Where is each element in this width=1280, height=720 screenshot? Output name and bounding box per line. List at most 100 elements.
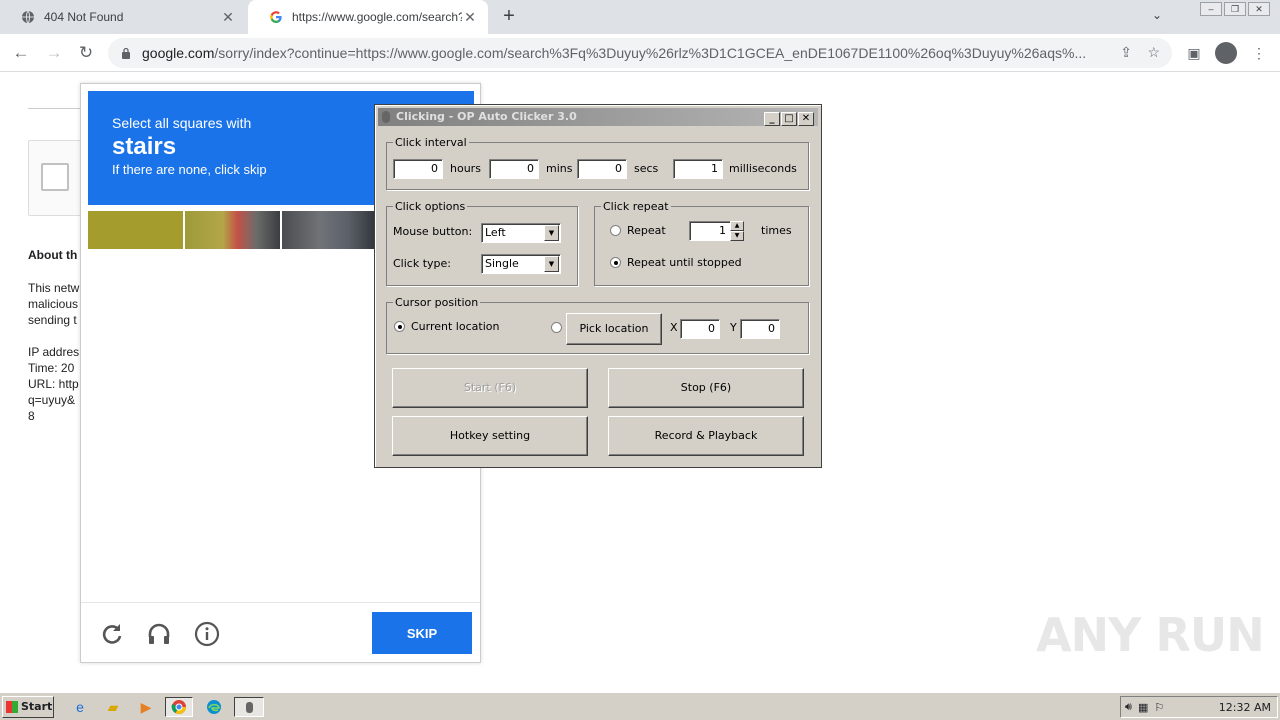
challenge-footer: SKIP	[81, 602, 480, 662]
minimize-icon[interactable]: –	[1200, 2, 1222, 16]
secs-input[interactable]: 0	[577, 159, 627, 179]
group-legend: Cursor position	[393, 296, 481, 309]
milliseconds-label: milliseconds	[729, 162, 797, 175]
info-paragraph: This netw malicious sending t IP addres …	[28, 281, 80, 423]
chevron-down-icon[interactable]: ▼	[544, 256, 559, 272]
chrome-taskbar-icon[interactable]	[165, 697, 193, 717]
chevron-down-icon[interactable]: ▼	[544, 225, 559, 241]
times-label: times	[761, 224, 792, 237]
mouse-button-select[interactable]: Left ▼	[481, 223, 561, 243]
window-titlebar[interactable]: Clicking - OP Auto Clicker 3.0 _ □ ✕	[378, 108, 818, 126]
skip-button[interactable]: SKIP	[372, 612, 472, 654]
menu-kebab-icon[interactable]: ⋮	[1248, 42, 1270, 64]
clock[interactable]: 12:32 AM	[1219, 701, 1271, 714]
avatar	[1215, 42, 1237, 64]
reload-icon[interactable]: ↻	[75, 42, 97, 64]
windows-logo-icon	[6, 701, 18, 713]
start-label: Start	[21, 700, 53, 713]
window-buttons: _ □ ✕	[763, 112, 814, 126]
start-button[interactable]: Start	[2, 696, 54, 718]
spin-up-icon[interactable]: ▲	[730, 221, 744, 231]
image-tile[interactable]	[185, 211, 280, 249]
reload-challenge-icon[interactable]	[97, 620, 125, 648]
internet-explorer-icon[interactable]: e	[70, 697, 90, 717]
bookmark-star-icon[interactable]: ☆	[1147, 44, 1160, 61]
divider	[28, 108, 82, 109]
google-icon	[268, 9, 284, 25]
auto-clicker-window: Clicking - OP Auto Clicker 3.0 _ □ ✕ Cli…	[374, 104, 822, 468]
profile-icon[interactable]	[1215, 42, 1237, 64]
edge-icon[interactable]	[204, 697, 224, 717]
y-label: Y	[730, 321, 737, 334]
about-heading: About th	[28, 248, 78, 262]
tab-title: https://www.google.com/search?q=	[292, 10, 462, 24]
x-coordinate-input[interactable]: 0	[680, 319, 720, 339]
spin-down-icon[interactable]: ▼	[730, 231, 744, 241]
repeat-count-input[interactable]: 1	[689, 221, 731, 241]
group-legend: Click repeat	[601, 200, 671, 213]
action-center-flag-icon[interactable]: ⚐	[1154, 701, 1164, 714]
repeat-radio[interactable]	[610, 225, 621, 236]
share-icon[interactable]: ⇪	[1120, 44, 1132, 61]
secs-label: secs	[634, 162, 659, 175]
close-tab-icon[interactable]: ✕	[220, 9, 236, 26]
forward-icon[interactable]: →	[43, 42, 65, 64]
recaptcha-checkbox[interactable]	[41, 163, 69, 191]
close-window-icon[interactable]: ✕	[1248, 2, 1270, 16]
hours-input[interactable]: 0	[393, 159, 443, 179]
click-type-select[interactable]: Single ▼	[481, 254, 561, 274]
maximize-icon[interactable]: □	[781, 112, 797, 126]
click-type-label: Click type:	[393, 257, 451, 270]
browser-toolbar: ← → ↻ google.com/sorry/index?continue=ht…	[0, 34, 1280, 72]
repeat-label: Repeat	[627, 224, 666, 237]
lock-icon[interactable]	[120, 47, 132, 59]
mins-label: mins	[546, 162, 573, 175]
auto-clicker-taskbar-icon[interactable]	[234, 697, 264, 717]
side-panel-icon[interactable]: ▣	[1183, 42, 1205, 64]
window-controls: – ❐ ✕	[1200, 2, 1270, 16]
window-title: Clicking - OP Auto Clicker 3.0	[396, 110, 577, 123]
info-icon[interactable]	[193, 620, 221, 648]
record-playback-button[interactable]: Record & Playback	[608, 416, 804, 456]
stop-button[interactable]: Stop (F6)	[608, 368, 804, 408]
pick-location-button[interactable]: Pick location	[566, 313, 662, 345]
click-type-value: Single	[485, 257, 519, 270]
file-explorer-icon[interactable]: ▰	[103, 697, 123, 717]
image-tile[interactable]	[282, 211, 377, 249]
tab-search-icon[interactable]: ⌄	[1152, 8, 1162, 22]
x-label: X	[670, 321, 678, 334]
y-coordinate-input[interactable]: 0	[740, 319, 780, 339]
start-button[interactable]: Start (F6)	[392, 368, 588, 408]
tab-title: 404 Not Found	[44, 10, 124, 24]
tab-404[interactable]: 404 Not Found ✕	[0, 0, 246, 34]
pick-location-radio[interactable]	[551, 322, 562, 333]
minimize-icon[interactable]: _	[764, 112, 780, 126]
close-icon[interactable]: ✕	[798, 112, 814, 126]
back-icon[interactable]: ←	[10, 42, 32, 64]
close-tab-icon[interactable]: ✕	[462, 9, 478, 26]
mouse-icon	[382, 111, 390, 123]
mouse-button-value: Left	[485, 226, 506, 239]
click-repeat-group: Click repeat	[594, 200, 809, 286]
media-player-icon[interactable]: ▶	[136, 697, 156, 717]
globe-icon	[20, 9, 36, 25]
milliseconds-input[interactable]: 1	[673, 159, 723, 179]
image-tile[interactable]	[88, 211, 183, 249]
mins-input[interactable]: 0	[489, 159, 539, 179]
tab-strip: 404 Not Found ✕ https://www.google.com/s…	[0, 0, 1280, 34]
new-tab-button[interactable]: +	[498, 6, 520, 28]
address-bar[interactable]: google.com/sorry/index?continue=https://…	[108, 38, 1172, 68]
hotkey-setting-button[interactable]: Hotkey setting	[392, 416, 588, 456]
current-location-radio[interactable]	[394, 321, 405, 332]
repeat-spinner[interactable]: ▲ ▼	[730, 221, 744, 241]
mouse-button-label: Mouse button:	[393, 225, 473, 238]
volume-icon[interactable]: 🔊︎	[1125, 701, 1132, 714]
tab-google[interactable]: https://www.google.com/search?q= ✕	[248, 0, 488, 34]
hours-label: hours	[450, 162, 481, 175]
current-location-label: Current location	[411, 320, 500, 333]
repeat-until-stopped-radio[interactable]	[610, 257, 621, 268]
audio-challenge-icon[interactable]	[145, 620, 173, 648]
restore-icon[interactable]: ❐	[1224, 2, 1246, 16]
network-icon[interactable]: ▦	[1138, 701, 1148, 714]
url-text: google.com/sorry/index?continue=https://…	[142, 45, 1087, 61]
